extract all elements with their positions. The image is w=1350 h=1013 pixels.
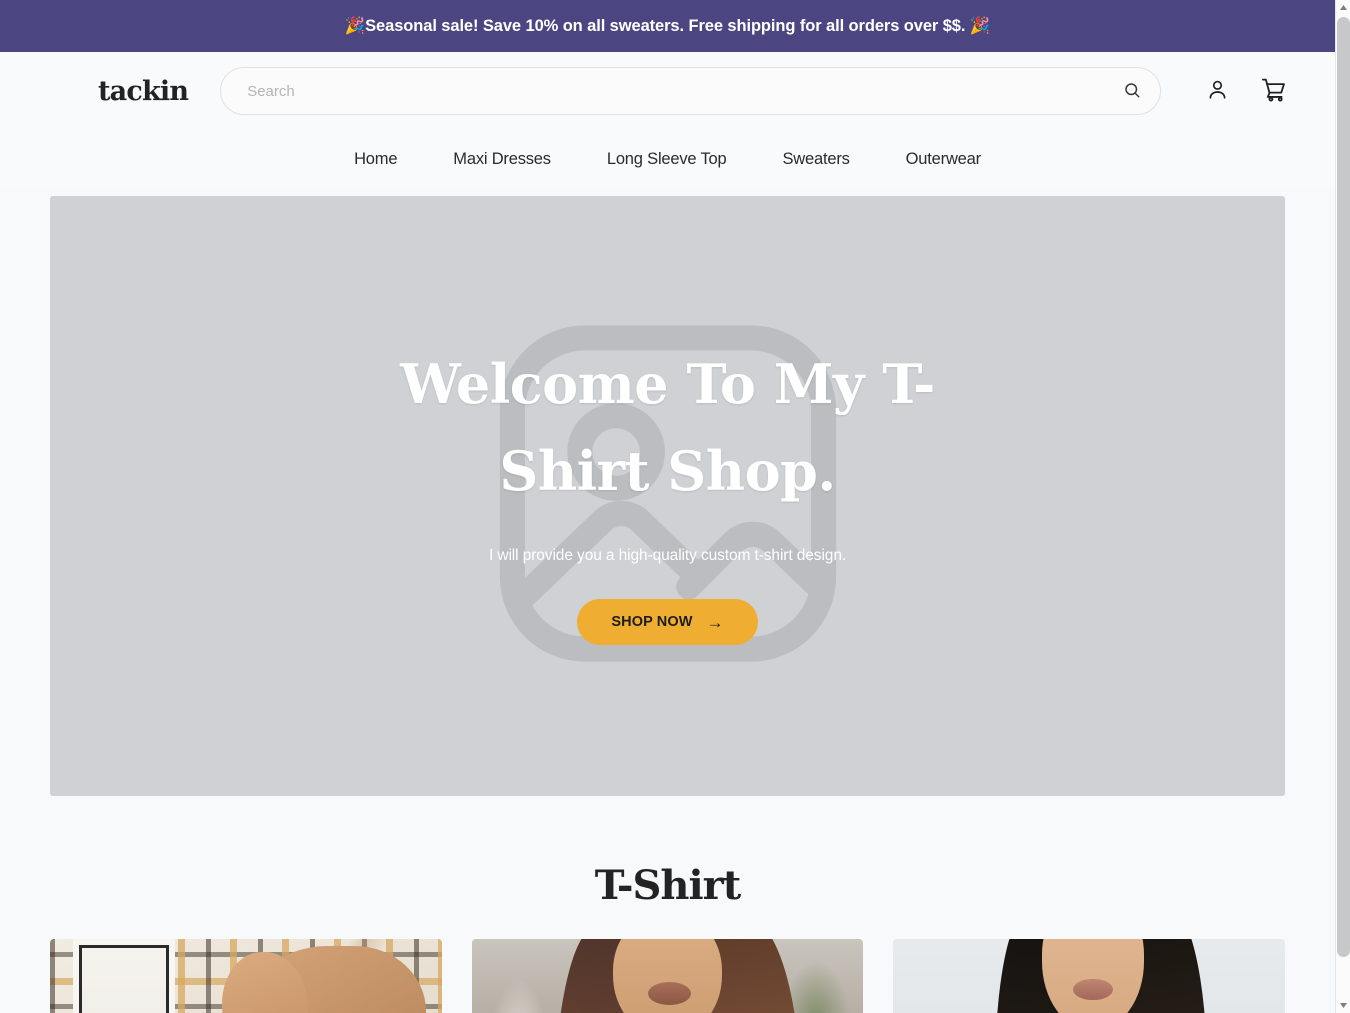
nav-item-maxi-dresses[interactable]: Maxi Dresses: [425, 144, 579, 175]
collection-title: T-Shirt: [594, 862, 741, 909]
account-button[interactable]: [1201, 75, 1233, 107]
main-navigation: Home Maxi Dresses Long Sleeve Top Sweate…: [0, 130, 1335, 188]
cart-button[interactable]: [1257, 75, 1289, 107]
hero-subtitle: I will provide you a high-quality custom…: [488, 547, 847, 565]
site-header: tackin: [0, 52, 1335, 130]
search-icon: [1123, 81, 1141, 102]
chevron-up-icon: [1340, 5, 1347, 10]
arrow-right-icon: →: [706, 612, 724, 632]
shop-now-label: SHOP NOW: [611, 614, 693, 631]
collection-section: T-Shirt: [0, 862, 1335, 1013]
search-submit-button[interactable]: [1117, 76, 1147, 106]
announcement-bar: 🎉Seasonal sale! Save 10% on all sweaters…: [0, 0, 1335, 52]
scroll-up-button[interactable]: [1336, 0, 1350, 15]
account-icon: [1205, 77, 1230, 105]
chevron-down-icon: [1340, 1003, 1347, 1008]
browser-viewport: 🎉Seasonal sale! Save 10% on all sweaters…: [0, 0, 1350, 1013]
nav-item-outerwear[interactable]: Outerwear: [878, 144, 1009, 175]
vertical-scrollbar[interactable]: [1335, 0, 1350, 1013]
product-grid: [50, 939, 1285, 1013]
search-bar: [220, 67, 1162, 115]
hero-title: Welcome To My T-Shirt Shop.: [400, 351, 935, 503]
scrollbar-thumb[interactable]: [1337, 17, 1350, 957]
hero-content: Welcome To My T-Shirt Shop. I will provi…: [50, 341, 1285, 652]
product-image[interactable]: [893, 939, 1285, 1013]
header-actions: [1161, 75, 1289, 107]
nav-item-long-sleeve-top[interactable]: Long Sleeve Top: [579, 144, 755, 175]
page-scroll-region: 🎉Seasonal sale! Save 10% on all sweaters…: [0, 0, 1335, 1013]
nav-item-home[interactable]: Home: [326, 144, 425, 175]
product-card[interactable]: [50, 939, 442, 1013]
search-input[interactable]: [220, 67, 1162, 115]
shop-now-button[interactable]: SHOP NOW →: [577, 599, 758, 646]
cart-icon: [1260, 76, 1287, 106]
nav-item-sweaters[interactable]: Sweaters: [754, 144, 877, 175]
hero-banner: Welcome To My T-Shirt Shop. I will provi…: [50, 196, 1285, 796]
product-card[interactable]: [471, 939, 864, 1013]
scroll-down-button[interactable]: [1336, 998, 1350, 1013]
announcement-text: 🎉Seasonal sale! Save 10% on all sweaters…: [344, 16, 991, 35]
product-image[interactable]: [471, 939, 864, 1013]
product-card[interactable]: [893, 939, 1285, 1013]
brand-logo[interactable]: tackin: [98, 78, 189, 105]
product-image[interactable]: [50, 939, 442, 1013]
